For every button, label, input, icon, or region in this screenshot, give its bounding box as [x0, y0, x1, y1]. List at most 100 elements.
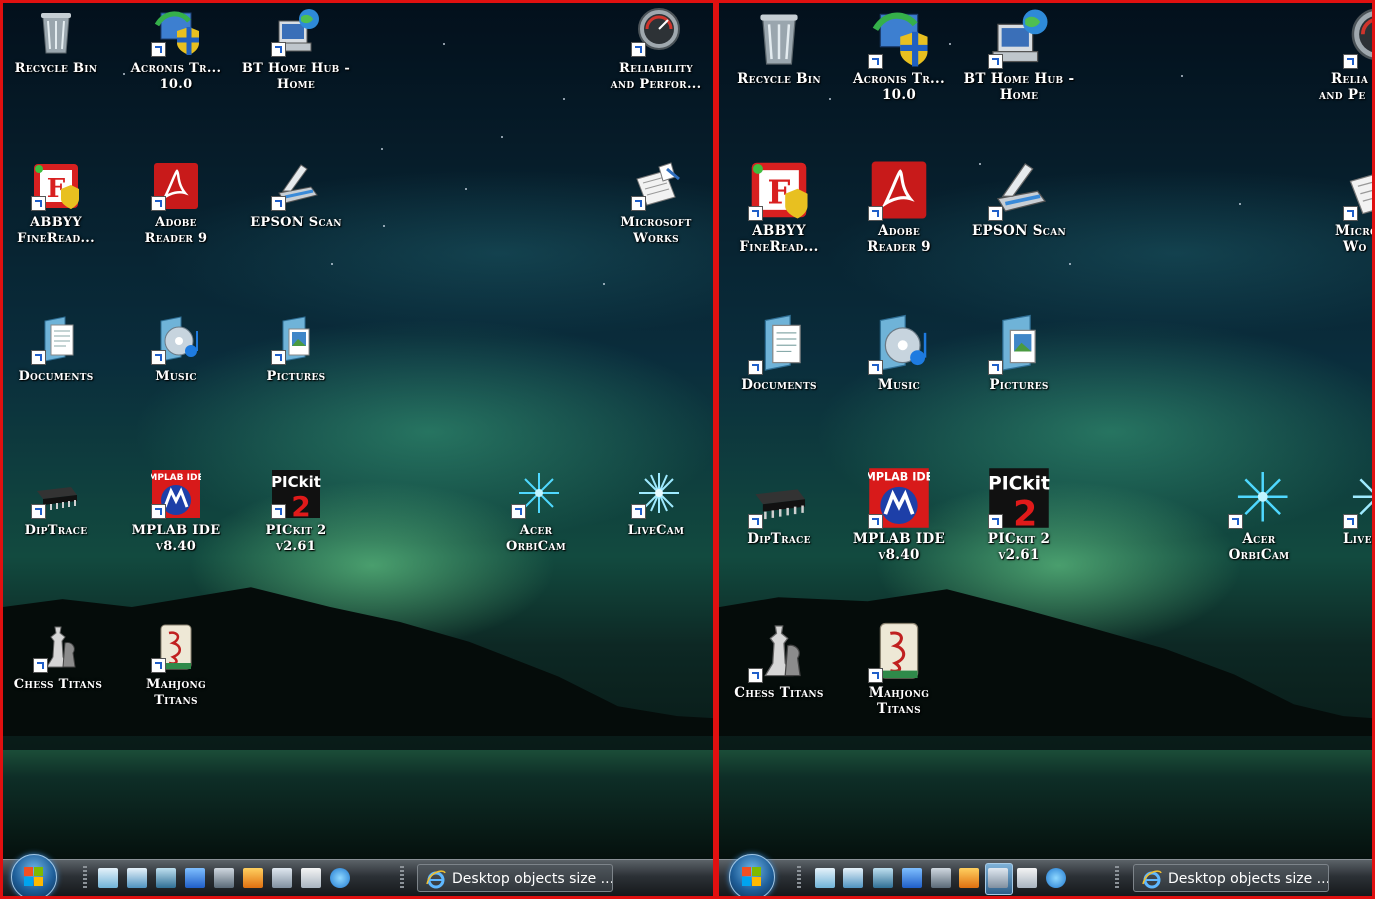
desktop-icon-livecam[interactable]: LiveCam [596, 469, 713, 539]
taskbar-grip[interactable] [83, 866, 87, 890]
desktop-icon-acer-orbicam[interactable]: Acer OrbiCam [476, 469, 596, 555]
icon-label: v2.61 [998, 547, 1040, 563]
abbyy-finereader-icon: F [748, 159, 810, 221]
desktop-icon-adobe-reader[interactable]: Adobe Reader 9 [116, 161, 236, 247]
quicklaunch-notepad-icon[interactable] [1017, 868, 1037, 888]
quicklaunch-folder-icon[interactable] [843, 868, 863, 888]
mplab-badge-text: MPLAB IDE [868, 471, 930, 484]
icon-label: FineRead... [739, 239, 819, 255]
quicklaunch-music-icon[interactable] [873, 868, 893, 888]
start-button[interactable] [11, 854, 57, 896]
pickit-digit-text: 2 [1013, 494, 1037, 529]
taskbar-grip[interactable] [400, 866, 404, 890]
lake-reflection [719, 750, 1372, 860]
desktop-icon-mahjong-titans[interactable]: Mahjong Titans [116, 623, 236, 709]
shortcut-arrow-icon [151, 658, 166, 673]
icon-label: v2.61 [275, 539, 317, 554]
desktop-icon-pickit[interactable]: PICkit 2 PICkit 2 v2.61 [236, 469, 356, 555]
desktop-icon-mahjong-titans[interactable]: Mahjong Titans [839, 621, 959, 717]
taskbar-window-button[interactable]: Desktop objects size ... [1133, 864, 1329, 892]
desktop-icon-reliability[interactable]: Reliability and Perfor... [596, 7, 713, 93]
desktop-icon-acronis[interactable]: Acronis Tr... 10.0 [116, 7, 236, 93]
desktop-icon-abbyy[interactable]: F ABBYY FineRead... [3, 161, 116, 247]
recycle-bin-icon [31, 7, 81, 57]
quicklaunch-window-switch-icon[interactable] [931, 868, 951, 888]
desktop-icon-epson-scan[interactable]: EPSON Scan [959, 159, 1079, 239]
start-button[interactable] [729, 854, 775, 896]
desktop-icon-pictures[interactable]: Pictures [959, 313, 1079, 393]
desktop-icon-reliability[interactable]: Relia and Pe [1299, 7, 1372, 103]
desktop-icon-epson-scan[interactable]: EPSON Scan [236, 161, 356, 231]
orbicam-icon [511, 469, 561, 519]
icon-label: Acer [1242, 531, 1276, 547]
desktop-icon-microsoft-works[interactable]: Micro Wo [1299, 159, 1372, 255]
quicklaunch-documents-icon[interactable] [815, 868, 835, 888]
quicklaunch-music-icon[interactable] [156, 868, 176, 888]
desktop-icon-diptrace[interactable]: DipTrace [3, 469, 116, 539]
desktop-icon-recycle-bin[interactable]: Recycle Bin [719, 7, 839, 87]
desktop-icon-livecam[interactable]: Live [1319, 467, 1372, 547]
desktop-icon-pictures[interactable]: Pictures [236, 315, 356, 385]
icon-label: Microsoft [620, 215, 692, 230]
quicklaunch-folder-icon[interactable] [127, 868, 147, 888]
desktop-icon-acer-orbicam[interactable]: Acer OrbiCam [1199, 467, 1319, 563]
windows-logo-icon [24, 867, 44, 887]
taskbar: Desktop objects size ... [3, 854, 713, 896]
icon-label: PICkit 2 [987, 531, 1051, 547]
icon-label: Documents [18, 369, 94, 384]
taskbar-grip[interactable] [1115, 866, 1119, 890]
icon-label: Documents [741, 377, 817, 393]
icon-label: Pictures [266, 369, 326, 384]
icon-label: Titans [877, 701, 921, 717]
quicklaunch-media-player-icon[interactable] [959, 868, 979, 888]
desktop-icon-chess-titans[interactable]: Chess Titans [719, 621, 839, 701]
desktop-icon-mplab[interactable]: MPLAB IDE MPLAB IDE v8.40 [839, 467, 959, 563]
desktop-icon-music[interactable]: Music [116, 315, 236, 385]
chip-icon [748, 467, 810, 529]
desktop-icon-diptrace[interactable]: DipTrace [719, 467, 839, 547]
icon-label: Home [999, 87, 1039, 103]
icon-label: Titans [154, 693, 198, 708]
desktop-icon-documents[interactable]: Documents [719, 313, 839, 393]
quicklaunch-show-desktop-icon[interactable] [185, 868, 205, 888]
desktop-icon-acronis[interactable]: Acronis Tr... 10.0 [839, 7, 959, 103]
quicklaunch-media-player-icon[interactable] [243, 868, 263, 888]
desktop-icon-microsoft-works[interactable]: Microsoft Works [596, 161, 713, 247]
icon-label: Adobe [877, 223, 921, 239]
shortcut-arrow-icon [271, 350, 286, 365]
icon-label: DipTrace [747, 531, 811, 547]
desktop-icon-chess-titans[interactable]: Chess Titans [3, 623, 118, 693]
internet-explorer-icon [1142, 869, 1162, 889]
quicklaunch-snipping-tool-icon[interactable] [988, 868, 1008, 888]
orbicam-icon [1228, 467, 1290, 529]
acronis-true-image-icon [151, 7, 201, 57]
desktop-icon-bt-home-hub[interactable]: BT Home Hub - Home [236, 7, 356, 93]
shortcut-arrow-icon [748, 206, 763, 221]
taskbar: Desktop objects size ... [719, 854, 1372, 896]
shortcut-arrow-icon [1343, 514, 1358, 529]
taskbar-window-button[interactable]: Desktop objects size ... [417, 864, 613, 892]
chess-titans-icon [33, 623, 83, 673]
desktop-icon-adobe-reader[interactable]: Adobe Reader 9 [839, 159, 959, 255]
pickit-2-icon: PICkit 2 [271, 469, 321, 519]
quicklaunch-show-desktop-icon[interactable] [902, 868, 922, 888]
quicklaunch-notepad-icon[interactable] [301, 868, 321, 888]
quicklaunch-snipping-tool-icon[interactable] [272, 868, 292, 888]
desktop-icon-bt-home-hub[interactable]: BT Home Hub - Home [959, 7, 1079, 103]
icon-label: Recycle Bin [14, 61, 98, 76]
shortcut-arrow-icon [271, 42, 286, 57]
quicklaunch-window-switch-icon[interactable] [214, 868, 234, 888]
desktop-icon-music[interactable]: Music [839, 313, 959, 393]
desktop-icon-abbyy[interactable]: F ABBYY FineRead... [719, 159, 839, 255]
quicklaunch-internet-explorer-icon[interactable] [330, 868, 350, 888]
icon-label: Reader 9 [144, 231, 208, 246]
taskbar-grip[interactable] [797, 866, 801, 890]
quicklaunch-documents-icon[interactable] [98, 868, 118, 888]
desktop-icon-documents[interactable]: Documents [3, 315, 116, 385]
chess-titans-icon [748, 621, 810, 683]
quicklaunch-internet-explorer-icon[interactable] [1046, 868, 1066, 888]
desktop-icon-pickit[interactable]: PICkit 2 PICkit 2 v2.61 [959, 467, 1079, 563]
desktop-icon-mplab[interactable]: MPLAB IDE MPLAB IDE v8.40 [116, 469, 236, 555]
desktop-icon-recycle-bin[interactable]: Recycle Bin [3, 7, 116, 77]
microsoft-works-icon [631, 161, 681, 211]
